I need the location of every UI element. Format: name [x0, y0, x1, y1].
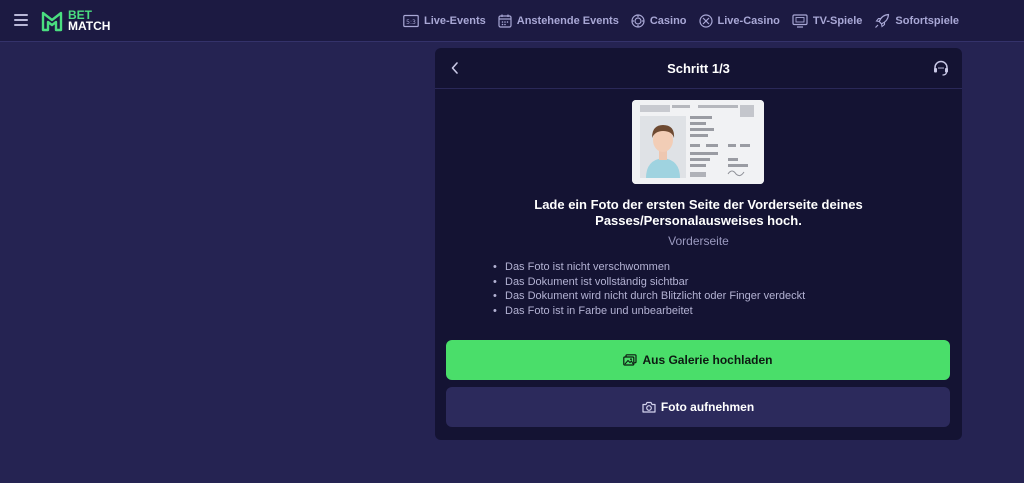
- logo-text: BET MATCH: [68, 9, 111, 33]
- hamburger-menu-icon[interactable]: [14, 14, 28, 26]
- upload-instruction-heading: Lade ein Foto der ersten Seite der Vorde…: [534, 197, 863, 228]
- panel-header: Schritt 1/3: [435, 48, 962, 89]
- main-nav: 5:3 Live-Events Anstehende Events Casino…: [403, 0, 971, 42]
- logo-text-line2: MATCH: [68, 19, 111, 33]
- logo-mark-icon: [41, 11, 63, 32]
- list-item: Das Dokument ist vollständig sichtbar: [493, 275, 805, 290]
- nav-item-live-casino[interactable]: Live-Casino: [698, 14, 780, 28]
- id-card-illustration: [632, 100, 764, 184]
- gallery-images-icon: [623, 354, 638, 366]
- document-upload-panel: Schritt 1/3 Lade ein Foto der ersten Sei…: [435, 48, 962, 440]
- gallery-button-label: Aus Galerie hochladen: [642, 353, 773, 367]
- list-item: Das Foto ist in Farbe und unbearbeitet: [493, 304, 805, 319]
- casino-chip-icon: [631, 14, 645, 28]
- document-side-label: Vorderseite: [668, 234, 729, 248]
- photo-requirements-list: Das Foto ist nicht verschwommen Das Doku…: [493, 260, 805, 318]
- take-photo-button[interactable]: Foto aufnehmen: [446, 387, 950, 427]
- nav-label: Sofortspiele: [895, 15, 959, 27]
- nav-item-live-events[interactable]: 5:3 Live-Events: [403, 14, 486, 28]
- nav-item-casino[interactable]: Casino: [631, 14, 687, 28]
- id-card-icon: [632, 100, 764, 184]
- list-item: Das Dokument wird nicht durch Blitzlicht…: [493, 289, 805, 304]
- nav-label: Casino: [649, 15, 687, 27]
- upload-from-gallery-button[interactable]: Aus Galerie hochladen: [446, 340, 950, 380]
- top-navigation-bar: BET MATCH 5:3 Live-Events Anstehende Eve…: [0, 0, 1024, 42]
- svg-text:5:3: 5:3: [406, 19, 416, 26]
- nav-item-tv-games[interactable]: TV-Spiele: [792, 14, 863, 28]
- betmatch-logo[interactable]: BET MATCH: [40, 8, 110, 34]
- nav-label: Live-Events: [424, 15, 486, 27]
- calendar-icon: [498, 14, 512, 28]
- list-item: Das Foto ist nicht verschwommen: [493, 260, 805, 275]
- camera-icon: [642, 401, 656, 413]
- rocket-icon: [875, 13, 890, 28]
- nav-item-instant-games[interactable]: Sofortspiele: [874, 13, 959, 29]
- scoreboard-icon: 5:3: [403, 14, 419, 28]
- live-casino-chip-icon: [698, 14, 713, 28]
- nav-label: Live-Casino: [717, 15, 780, 27]
- step-title: Schritt 1/3: [667, 61, 730, 76]
- support-headset-icon[interactable]: [932, 59, 950, 77]
- photo-button-label: Foto aufnehmen: [660, 400, 755, 414]
- tv-icon: [792, 14, 808, 28]
- nav-label: TV-Spiele: [812, 15, 863, 27]
- nav-item-upcoming-events[interactable]: Anstehende Events: [498, 14, 619, 28]
- nav-label: Anstehende Events: [516, 15, 619, 27]
